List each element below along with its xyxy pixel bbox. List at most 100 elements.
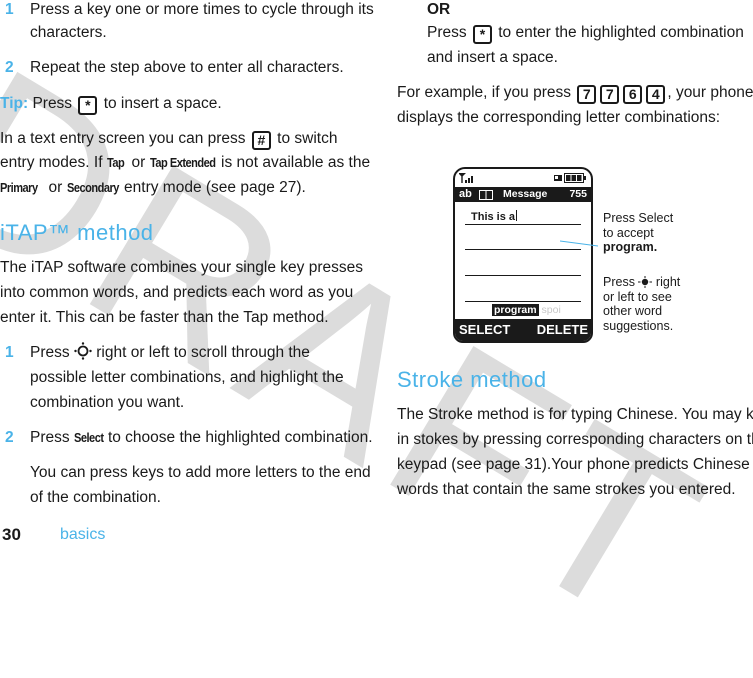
callout-text: or left to see — [603, 289, 672, 304]
tip-text: Press — [32, 95, 73, 112]
signal-icon — [459, 173, 473, 183]
select-softkey: SELECT — [459, 322, 511, 337]
callout-text: Press Select — [603, 211, 674, 225]
tip-line: Tip: Press * to insert a space. — [0, 91, 222, 116]
step-text: combination you want. — [30, 394, 185, 411]
or-line: Press * to enter the highlighted combina… — [427, 20, 744, 45]
mode-tap: Tap — [106, 155, 125, 170]
text-mode-indicator: ab — [459, 188, 472, 200]
para-text: is not available as the — [221, 154, 371, 171]
key-6-icon: 6 — [623, 85, 643, 104]
step-text: Press Select to choose the highlighted c… — [30, 425, 373, 450]
typed-text: This is a — [471, 211, 516, 223]
step-text: possible letter combinations, and highli… — [30, 369, 344, 386]
screen-title: Message — [503, 188, 548, 200]
section-name: basics — [60, 526, 106, 543]
left-column: 1 Press a key one or more times to cycle… — [0, 0, 374, 545]
page-number: 30 — [2, 525, 21, 544]
para-text: or — [131, 154, 146, 171]
text-line — [465, 275, 581, 276]
step-text: You can press keys to add more letters t… — [30, 464, 371, 481]
char-counter: 755 — [569, 188, 587, 200]
mode-para-line: Primary or Secondary entry mode (see pag… — [0, 175, 306, 200]
step-text-part: Press — [30, 429, 70, 446]
step-number: 1 — [5, 344, 14, 361]
suggestion-alt: spoi — [541, 304, 561, 316]
text-line — [465, 301, 581, 302]
mode-secondary: Secondary — [66, 180, 119, 195]
delete-softkey: DELETE — [536, 322, 588, 337]
itap-heading: iTAP™ method — [0, 220, 154, 245]
example-line: For example, if you press 7764, your pho… — [397, 80, 753, 105]
star-key-icon: * — [472, 25, 492, 44]
nav-key-icon — [74, 342, 92, 360]
step-text: characters. — [30, 24, 107, 41]
callout-text: Press right — [603, 275, 680, 290]
text-line — [465, 224, 581, 225]
para-text: Press — [427, 24, 467, 41]
mode-para-line: In a text entry screen you can press # t… — [0, 126, 337, 151]
step-text: Press right or left to scroll through th… — [30, 340, 310, 365]
step-text: Repeat the step above to enter all chara… — [30, 59, 344, 76]
nav-callout: Press right or left to see other word su… — [603, 275, 680, 333]
callout-text-part: right — [655, 275, 681, 289]
para-text: to switch — [277, 130, 338, 147]
example-line: displays the corresponding letter combin… — [397, 109, 721, 126]
key-7-icon: 7 — [577, 85, 597, 104]
step-number: 1 — [5, 1, 14, 18]
select-callout: Press Select to accept program. — [603, 211, 673, 255]
status-bar — [455, 169, 591, 187]
step-text: Press a key one or more times to cycle t… — [30, 1, 374, 18]
hash-key-icon: # — [251, 131, 271, 150]
star-key-icon: * — [78, 96, 98, 115]
itap-para-line: into common words, and predicts each wor… — [0, 284, 354, 301]
stroke-para-line: The Stroke method is for typing Chinese.… — [397, 406, 753, 423]
nav-key-icon — [638, 276, 653, 288]
tip-text: to insert a space. — [103, 95, 222, 112]
para-text: For example, if you press — [397, 84, 572, 101]
select-key-label: Select — [73, 430, 104, 445]
step-text-part: to choose the highlighted combination. — [107, 429, 373, 446]
step-number: 2 — [5, 59, 14, 76]
stroke-heading: Stroke method — [397, 367, 547, 392]
step-text-part: right or left to scroll through the — [96, 344, 310, 361]
para-text: , your phone — [667, 84, 753, 101]
step-number: 2 — [5, 429, 14, 446]
itap-para-line: The iTAP software combines your single k… — [0, 259, 363, 276]
callout-text: other word — [603, 304, 663, 318]
dictionary-icon — [479, 190, 493, 200]
or-line: and insert a space. — [427, 49, 558, 66]
word-suggestions: program spoi — [492, 304, 561, 316]
tip-label: Tip: — [0, 95, 29, 112]
message-text: This is a — [471, 210, 518, 223]
para-text: or — [48, 179, 63, 196]
para-text: entry modes. If — [0, 154, 103, 171]
screen-title-bar: ab Message 755 — [455, 187, 591, 202]
mode-primary: Primary — [0, 180, 38, 195]
callout-text: to accept — [603, 225, 654, 240]
callout-text-part: Press — [603, 275, 635, 289]
callout-text: program. — [603, 240, 658, 254]
stroke-para-line: keypad (see page 31).Your phone predicts… — [397, 456, 750, 473]
step-text-part: Press — [30, 344, 70, 361]
or-label: OR — [427, 1, 451, 18]
para-text: entry mode (see page 27). — [124, 179, 306, 196]
softkey-bar: SELECT DELETE — [455, 319, 591, 341]
key-7-icon: 7 — [600, 85, 620, 104]
mode-tap-extended: Tap Extended — [149, 155, 216, 170]
stroke-para-line: in stokes by pressing corresponding char… — [397, 431, 753, 448]
itap-para-line: enter it. This can be faster than the Ta… — [0, 309, 329, 326]
phone-screen: ab Message 755 This is a program spoi SE… — [453, 167, 593, 343]
para-text: In a text entry screen you can press — [0, 130, 246, 147]
key-4-icon: 4 — [646, 85, 666, 104]
step-text: of the combination. — [30, 489, 161, 506]
message-indicator-icon — [554, 175, 562, 181]
stroke-para-line: words that contain the same strokes you … — [397, 481, 736, 498]
mode-para-line: entry modes. If Tap or Tap Extended is n… — [0, 150, 370, 175]
suggestion-highlighted: program — [492, 304, 539, 316]
para-text: to enter the highlighted combination — [498, 24, 744, 41]
battery-icon — [564, 173, 586, 183]
callout-leader-line — [560, 240, 599, 247]
callout-text: suggestions. — [603, 318, 674, 333]
text-cursor — [516, 210, 518, 221]
